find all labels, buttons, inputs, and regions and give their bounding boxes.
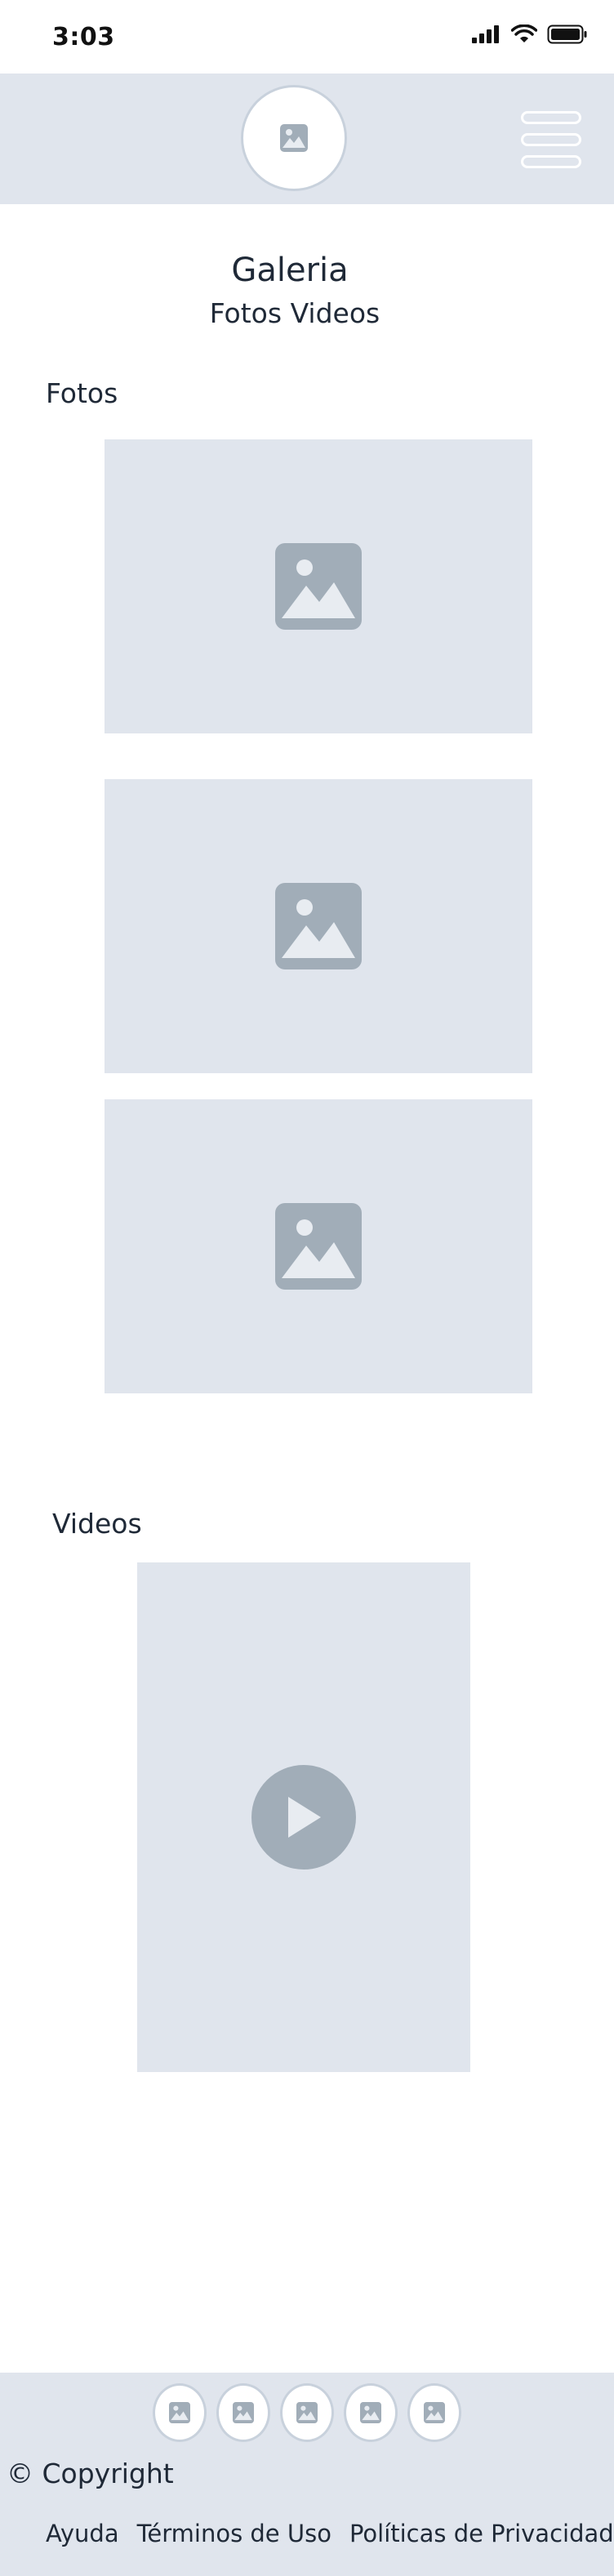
terms-link[interactable]: Términos de Uso: [137, 2520, 331, 2547]
page-title: Galeria: [231, 252, 349, 289]
image-placeholder-icon: [275, 1203, 362, 1290]
photo-item[interactable]: [105, 779, 532, 1073]
cellular-signal-icon: [472, 25, 499, 43]
photo-item[interactable]: [105, 439, 532, 733]
tab-videos[interactable]: Videos: [291, 297, 380, 329]
social-link[interactable]: [344, 2383, 398, 2442]
image-placeholder-icon: [275, 543, 362, 630]
photo-item[interactable]: [105, 1099, 532, 1393]
image-placeholder-icon: [296, 2402, 318, 2423]
footer-links: Ayuda Términos de Uso Políticas de Priva…: [46, 2520, 614, 2547]
battery-icon: [547, 25, 587, 44]
gallery-tabs: Fotos Videos: [0, 297, 590, 329]
copyright: © Copyright: [7, 2458, 174, 2489]
header: [0, 74, 614, 204]
hamburger-menu-icon[interactable]: [521, 111, 581, 168]
play-icon: [288, 1797, 321, 1838]
image-placeholder-icon: [275, 883, 362, 969]
tab-photos[interactable]: Fotos: [210, 297, 282, 329]
menu-bar: [521, 155, 581, 168]
social-link[interactable]: [153, 2383, 207, 2442]
videos-section-title: Videos: [52, 1508, 142, 1540]
image-placeholder-icon: [424, 2402, 445, 2423]
image-placeholder-icon: [280, 124, 308, 152]
status-time: 3:03: [52, 23, 115, 51]
play-button[interactable]: [251, 1765, 356, 1870]
social-link[interactable]: [216, 2383, 270, 2442]
video-item[interactable]: [137, 1562, 470, 2072]
image-placeholder-icon: [360, 2402, 381, 2423]
footer: © Copyright Ayuda Términos de Uso Políti…: [0, 2373, 614, 2576]
photos-section-title: Fotos: [46, 377, 118, 409]
social-icons: [0, 2383, 614, 2442]
image-placeholder-icon: [169, 2402, 190, 2423]
status-icons: [472, 25, 588, 44]
social-link[interactable]: [407, 2383, 461, 2442]
status-bar: 3:03: [0, 0, 614, 74]
help-link[interactable]: Ayuda: [46, 2520, 119, 2547]
social-link[interactable]: [280, 2383, 334, 2442]
image-placeholder-icon: [233, 2402, 254, 2423]
wifi-icon: [511, 25, 537, 42]
logo[interactable]: [241, 85, 347, 191]
menu-bar: [521, 111, 581, 124]
privacy-link[interactable]: Políticas de Privacidad: [349, 2520, 614, 2547]
menu-bar: [521, 133, 581, 146]
